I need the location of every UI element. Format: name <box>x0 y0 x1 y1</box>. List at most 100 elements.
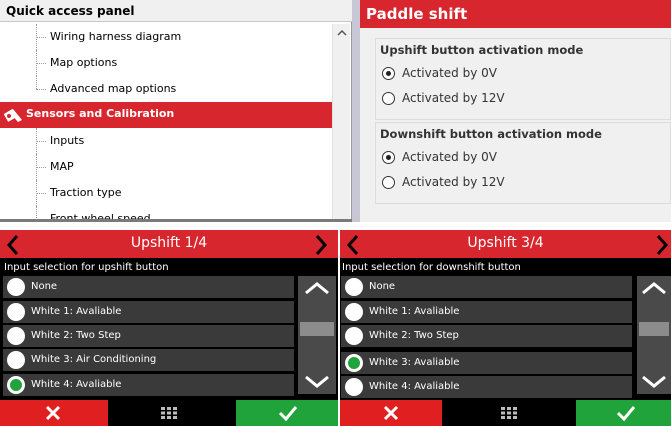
tree-connector <box>36 37 46 38</box>
scroll-thumb[interactable] <box>639 322 669 336</box>
panel-bottom-border <box>0 219 352 222</box>
tree-item-wiring-harness-diagram[interactable]: Wiring harness diagram <box>0 24 332 50</box>
upshift-activation-group: Upshift button activation mode Activated… <box>375 38 671 120</box>
option-label: White 3: Avaliable <box>369 357 460 368</box>
option-radio[interactable] <box>7 351 25 369</box>
tree-item-map[interactable]: MAP <box>0 154 332 180</box>
scroll-up-chevron-icon[interactable] <box>298 278 336 298</box>
tree-scrollbar[interactable] <box>332 24 350 220</box>
grid-menu-icon <box>161 407 177 419</box>
option-radio[interactable] <box>345 278 363 296</box>
radio-label: Activated by 12V <box>402 175 505 189</box>
panel-splitter[interactable] <box>352 0 360 222</box>
radio-label: Activated by 0V <box>402 150 497 164</box>
tree-connector <box>36 206 37 220</box>
scroll-thumb[interactable] <box>300 322 334 336</box>
quick-access-panel-title: Quick access panel <box>0 0 352 22</box>
radio-button-checked[interactable] <box>382 67 395 80</box>
input-option[interactable]: White 1: Avaliable <box>3 301 294 323</box>
confirm-button[interactable] <box>576 400 671 426</box>
grid-menu-icon <box>501 407 517 419</box>
input-option-selected[interactable]: White 3: Avaliable <box>341 352 632 374</box>
tree-item-label: Sensors and Calibration <box>26 107 175 120</box>
option-label: White 4: Avaliable <box>31 379 122 390</box>
input-option[interactable]: White 2: Two Step <box>3 325 294 347</box>
radio-button-checked[interactable] <box>382 151 395 164</box>
downshift-activation-group: Downshift button activation mode Activat… <box>375 122 671 204</box>
tree-item-inputs[interactable]: Inputs <box>0 128 332 154</box>
close-icon <box>45 405 61 421</box>
device-footer <box>340 400 671 426</box>
menu-grid-button[interactable] <box>108 400 230 426</box>
option-radio[interactable] <box>345 378 363 396</box>
tree-item-map-options[interactable]: Map options <box>0 50 332 76</box>
tree-item-label: Advanced map options <box>50 82 177 95</box>
tree-connector <box>36 89 46 90</box>
scroll-down-chevron-icon[interactable] <box>298 372 336 392</box>
tree-item-traction-type[interactable]: Traction type <box>0 180 332 206</box>
scroll-up-chevron-icon[interactable] <box>637 278 671 298</box>
upshift-activation-title: Upshift button activation mode <box>380 43 584 57</box>
option-scrollbar[interactable] <box>637 276 671 394</box>
input-option[interactable]: White 2: Two Step <box>341 325 632 347</box>
option-radio-selected[interactable] <box>345 354 363 372</box>
option-radio[interactable] <box>345 327 363 345</box>
tree-connector <box>36 63 46 64</box>
next-arrow-icon[interactable] <box>655 234 669 256</box>
input-option[interactable]: White 4: Avaliable <box>341 376 632 398</box>
tree-connector <box>36 167 46 168</box>
device-screen-upshift: Upshift 1/4 Input selection for upshift … <box>0 230 338 426</box>
tree-connector <box>36 76 37 89</box>
input-option[interactable]: None <box>341 276 632 298</box>
next-arrow-icon[interactable] <box>314 234 328 256</box>
downshift-activation-title: Downshift button activation mode <box>380 127 602 141</box>
device-screen-downshift: Upshift 3/4 Input selection for downshif… <box>340 230 671 426</box>
option-radio[interactable] <box>345 303 363 321</box>
scroll-down-chevron-icon[interactable] <box>637 372 671 392</box>
quick-access-panel: Quick access panel Wiring harness diagra… <box>0 0 352 222</box>
input-option[interactable]: None <box>3 276 294 298</box>
option-label: White 4: Avaliable <box>369 381 460 392</box>
quick-access-tree: Wiring harness diagram Map options Advan… <box>0 24 332 220</box>
tree-connector <box>36 141 46 142</box>
option-label: White 3: Air Conditioning <box>31 354 157 365</box>
option-label: White 1: Avaliable <box>369 306 460 317</box>
option-label: White 2: Two Step <box>369 330 459 341</box>
tree-item-front-wheel-speed[interactable]: Front wheel speed <box>0 206 332 220</box>
option-radio[interactable] <box>7 278 25 296</box>
device-header: Upshift 1/4 <box>0 230 338 258</box>
option-label: White 2: Two Step <box>31 330 121 341</box>
option-radio[interactable] <box>7 327 25 345</box>
cancel-button[interactable] <box>340 400 442 426</box>
option-label: None <box>369 281 396 292</box>
cancel-button[interactable] <box>0 400 108 426</box>
radio-dot <box>386 155 391 160</box>
input-option-selected[interactable]: White 4: Avaliable <box>3 374 294 396</box>
option-label: White 1: Avaliable <box>31 306 122 317</box>
device-subtitle: Input selection for upshift button <box>4 262 169 273</box>
device-header: Upshift 3/4 <box>340 230 671 258</box>
radio-button-unchecked[interactable] <box>382 92 395 105</box>
tree-connector <box>36 193 46 194</box>
radio-button-unchecked[interactable] <box>382 176 395 189</box>
device-footer <box>0 400 338 426</box>
option-scrollbar[interactable] <box>298 276 336 394</box>
input-option[interactable]: White 1: Avaliable <box>341 301 632 323</box>
option-label: None <box>31 281 58 292</box>
menu-grid-button[interactable] <box>442 400 576 426</box>
tree-item-advanced-map-options[interactable]: Advanced map options <box>0 76 332 102</box>
input-option[interactable]: White 3: Air Conditioning <box>3 349 294 371</box>
checkmark-icon <box>278 406 298 422</box>
scroll-up-arrow-icon[interactable] <box>335 26 349 40</box>
tree-item-sensors-and-calibration[interactable]: Sensors and Calibration <box>0 102 332 128</box>
tree-item-label: Inputs <box>50 134 85 147</box>
device-title: Upshift 1/4 <box>130 235 208 251</box>
checkmark-icon <box>616 406 636 422</box>
close-icon <box>383 405 399 421</box>
radio-label: Activated by 0V <box>402 66 497 80</box>
option-radio-selected[interactable] <box>7 376 25 394</box>
radio-dot <box>386 71 391 76</box>
confirm-button[interactable] <box>236 400 338 426</box>
option-radio[interactable] <box>7 303 25 321</box>
radio-label: Activated by 12V <box>402 91 505 105</box>
